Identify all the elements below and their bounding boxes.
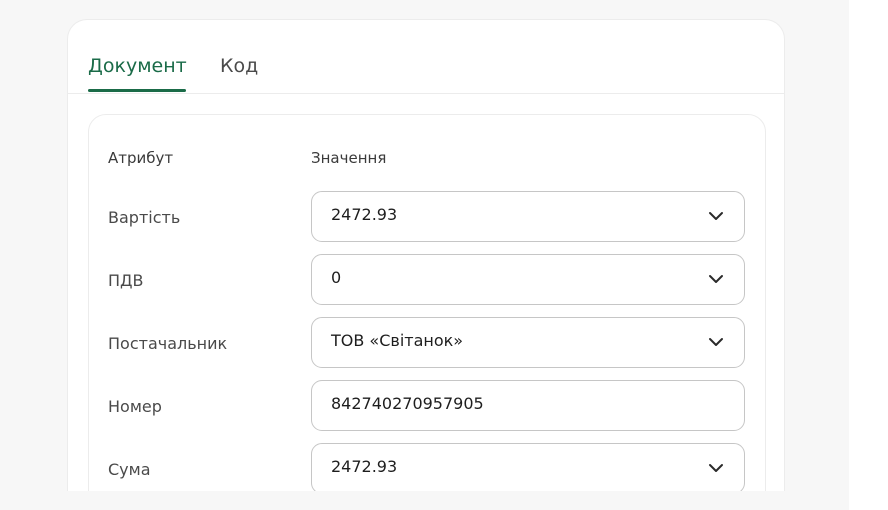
row-label-vat: ПДВ — [108, 271, 144, 290]
tab-bar: Документ Код — [68, 20, 784, 94]
chevron-down-icon — [709, 275, 723, 283]
chevron-down-icon — [709, 338, 723, 346]
sum-value: 2472.93 — [331, 457, 398, 476]
tab-code[interactable]: Код — [220, 53, 258, 79]
sum-select[interactable]: 2472.93 — [311, 443, 745, 491]
supplier-select[interactable]: ТОВ «Світанок» — [311, 317, 745, 368]
document-card: Документ Код Атрибут Значення Вартість 2… — [67, 19, 785, 491]
row-label-number: Номер — [108, 397, 162, 416]
row-label-supplier: Постачальник — [108, 334, 228, 353]
supplier-value: ТОВ «Світанок» — [331, 331, 464, 350]
tab-document[interactable]: Документ — [88, 53, 187, 79]
vat-select[interactable]: 0 — [311, 254, 745, 305]
column-header-attribute: Атрибут — [108, 149, 174, 167]
active-tab-indicator — [88, 89, 186, 92]
chevron-down-icon — [709, 212, 723, 220]
vat-value: 0 — [331, 268, 342, 287]
row-label-sum: Сума — [108, 460, 151, 479]
cost-value: 2472.93 — [331, 205, 398, 224]
column-header-value: Значення — [311, 149, 387, 167]
row-label-cost: Вартість — [108, 208, 181, 227]
number-input[interactable]: 842740270957905 — [311, 380, 745, 431]
attributes-table: Атрибут Значення Вартість 2472.93 ПДВ 0 … — [88, 114, 766, 491]
cost-select[interactable]: 2472.93 — [311, 191, 745, 242]
number-value: 842740270957905 — [331, 394, 484, 413]
chevron-down-icon — [709, 464, 723, 472]
